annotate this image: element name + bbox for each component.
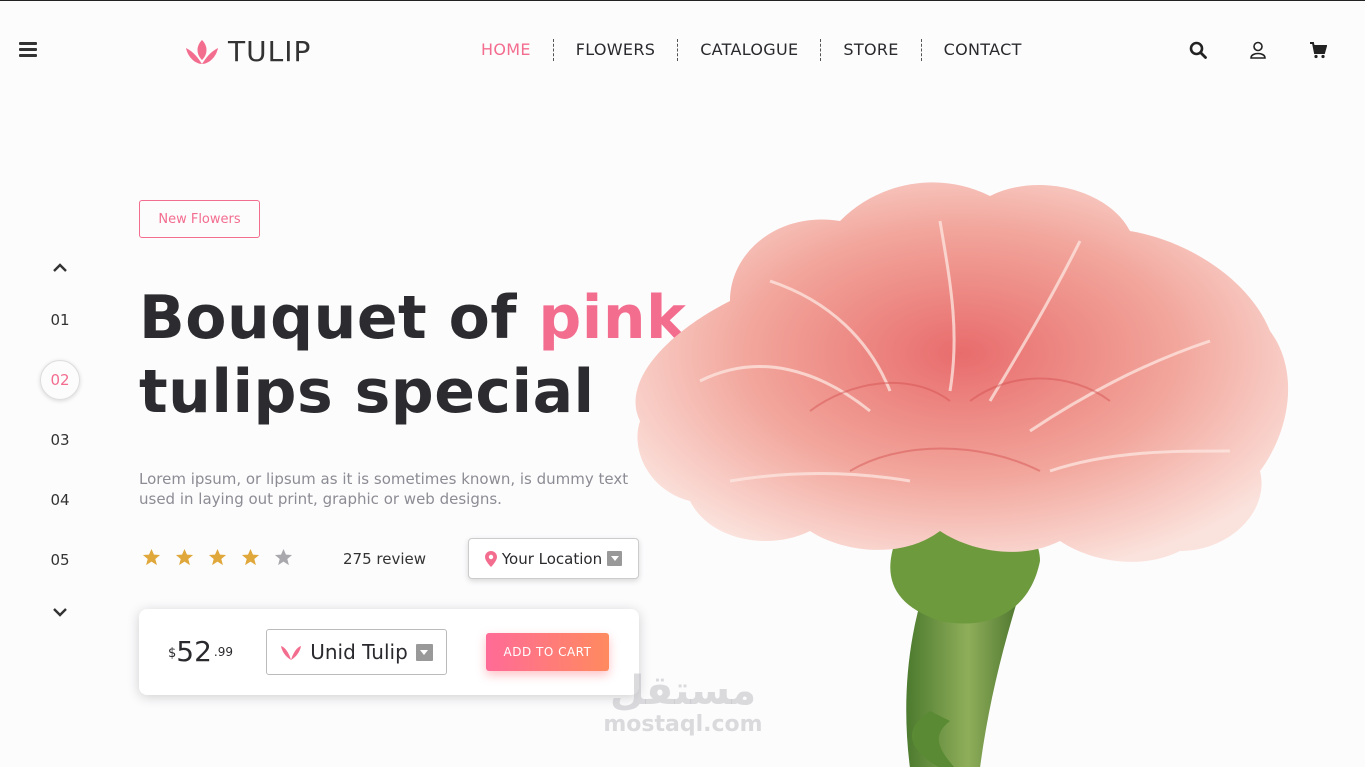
variety-select[interactable]: Unid Tulip — [266, 629, 447, 675]
price-decimal: .99 — [213, 645, 234, 659]
star-empty-icon[interactable] — [274, 548, 293, 567]
watermark-arabic: مستقل — [609, 668, 757, 714]
hero-title-plain: Bouquet of — [139, 283, 539, 353]
chevron-up-icon[interactable] — [38, 256, 82, 280]
slide-05[interactable]: 05 — [40, 540, 80, 580]
slide-03[interactable]: 03 — [40, 420, 80, 460]
star-filled-icon[interactable] — [208, 548, 227, 567]
hero-title: Bouquet of pink tulips special — [139, 281, 686, 429]
nav-store[interactable]: STORE — [820, 39, 920, 61]
slide-04[interactable]: 04 — [40, 480, 80, 520]
nav-catalogue[interactable]: CATALOGUE — [677, 39, 820, 61]
watermark-latin: mostaql.com — [603, 712, 763, 737]
hero-description: Lorem ipsum, or lipsum as it is sometime… — [139, 470, 629, 508]
price: $ 52 .99 — [168, 636, 233, 668]
brand-logo[interactable]: TULIP — [184, 35, 311, 68]
price-currency: $ — [168, 646, 177, 661]
chevron-down-icon[interactable] — [38, 600, 82, 624]
chevron-down-icon — [415, 643, 433, 661]
add-to-cart-button[interactable]: ADD TO CART — [486, 633, 609, 671]
leaf-icon — [281, 646, 302, 660]
hamburger-menu-icon[interactable] — [19, 42, 37, 58]
slide-pager: 01 02 03 04 05 — [38, 256, 82, 624]
map-pin-icon — [484, 550, 497, 567]
hero-title-line2: tulips special — [139, 357, 595, 427]
tulip-logo-icon — [186, 39, 218, 64]
variety-label: Unid Tulip — [310, 640, 408, 664]
search-icon[interactable] — [1189, 41, 1207, 59]
brand-name: TULIP — [228, 35, 312, 68]
header-actions — [1189, 41, 1327, 59]
star-filled-icon[interactable] — [175, 548, 194, 567]
slide-02[interactable]: 02 — [40, 360, 80, 400]
star-filled-icon[interactable] — [241, 548, 260, 567]
location-label: Your Location — [501, 549, 603, 568]
main-nav: HOME FLOWERS CATALOGUE STORE CONTACT — [465, 39, 1044, 61]
nav-flowers[interactable]: FLOWERS — [552, 39, 677, 61]
new-flowers-badge[interactable]: New Flowers — [139, 200, 260, 238]
star-filled-icon[interactable] — [142, 548, 161, 567]
nav-contact[interactable]: CONTACT — [920, 39, 1044, 61]
review-count[interactable]: 275 review — [343, 550, 426, 568]
purchase-card: $ 52 .99 Unid Tulip ADD TO CART — [139, 609, 639, 695]
user-icon[interactable] — [1249, 41, 1267, 59]
header: TULIP HOME FLOWERS CATALOGUE STORE CONTA… — [0, 1, 1365, 101]
slide-01[interactable]: 01 — [40, 300, 80, 340]
nav-home[interactable]: HOME — [465, 39, 553, 61]
cart-icon[interactable] — [1309, 41, 1327, 59]
price-integer: 52 — [176, 635, 212, 668]
rating-stars — [142, 548, 293, 567]
watermark: مستقل mostaql.com — [598, 669, 768, 737]
